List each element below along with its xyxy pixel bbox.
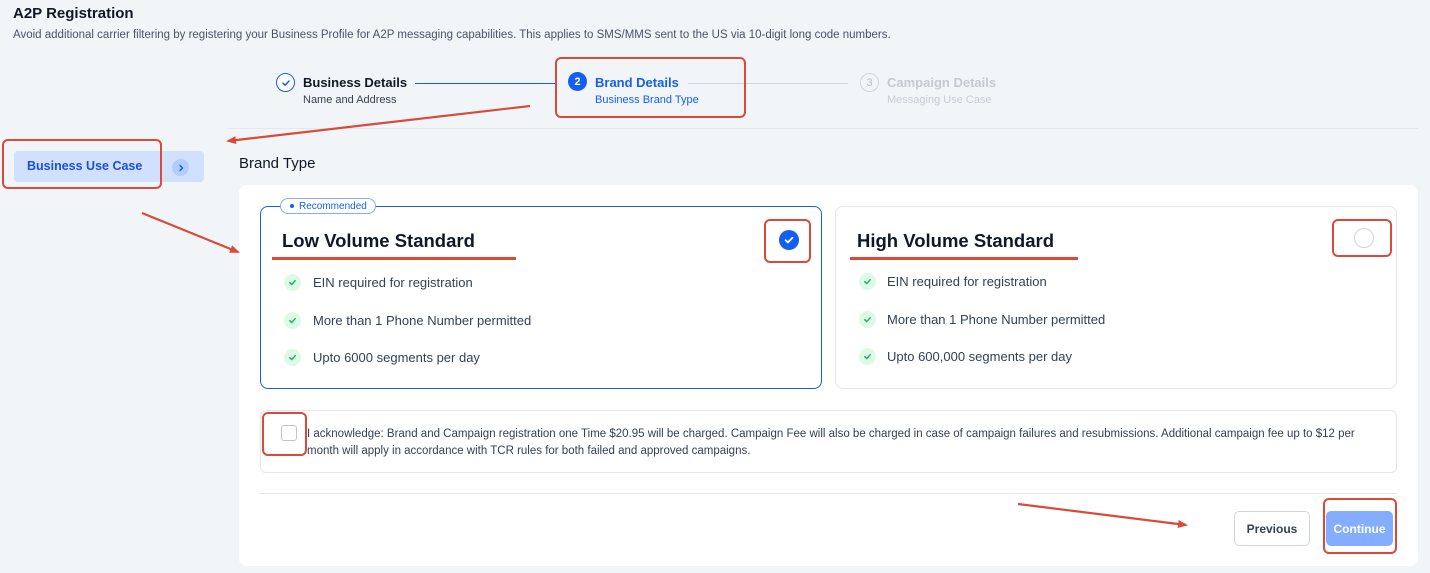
step-2-description: Business Brand Type bbox=[595, 94, 699, 106]
step-3-number-badge: 3 bbox=[860, 73, 879, 92]
arrow-to-low-volume bbox=[141, 211, 240, 254]
step-2-title[interactable]: Brand Details bbox=[595, 75, 679, 90]
step-2-number-badge: 2 bbox=[568, 72, 587, 91]
annotation-underline-low-title bbox=[272, 257, 516, 260]
option-title-high-volume: High Volume Standard bbox=[857, 230, 1055, 251]
step-1-check-icon bbox=[276, 73, 295, 92]
check-icon bbox=[859, 348, 876, 365]
feature-text: Upto 600,000 segments per day bbox=[887, 349, 1073, 364]
step-1-title[interactable]: Business Details bbox=[303, 75, 407, 90]
sidebar-item-label: Business Use Case bbox=[27, 159, 143, 173]
acknowledge-checkbox[interactable] bbox=[281, 425, 297, 441]
feature-text: More than 1 Phone Number permitted bbox=[313, 313, 532, 328]
step-connector-1 bbox=[415, 83, 555, 84]
section-title: Brand Type bbox=[239, 155, 316, 172]
feature-text: EIN required for registration bbox=[313, 275, 473, 290]
check-icon bbox=[859, 273, 876, 290]
check-icon bbox=[284, 312, 301, 329]
step-connector-2 bbox=[688, 83, 848, 84]
radio-high-volume-unchecked[interactable] bbox=[1354, 228, 1374, 248]
chevron-right-icon[interactable] bbox=[172, 159, 189, 176]
feature-text: EIN required for registration bbox=[887, 274, 1047, 289]
continue-button[interactable]: Continue bbox=[1326, 511, 1393, 546]
recommended-badge: Recommended bbox=[280, 198, 376, 214]
step-1-description: Name and Address bbox=[303, 94, 397, 106]
check-icon bbox=[284, 349, 301, 366]
check-icon bbox=[859, 311, 876, 328]
recommended-badge-label: Recommended bbox=[299, 200, 367, 212]
step-3-title: Campaign Details bbox=[887, 75, 997, 90]
previous-button[interactable]: Previous bbox=[1234, 511, 1310, 546]
page-title: A2P Registration bbox=[13, 5, 134, 22]
feature-text: More than 1 Phone Number permitted bbox=[887, 312, 1106, 327]
check-icon bbox=[284, 274, 301, 291]
arrow-to-sidebar bbox=[226, 104, 531, 145]
annotation-underline-high-title bbox=[850, 257, 1078, 260]
radio-low-volume-checked[interactable] bbox=[779, 230, 799, 250]
feature-text: Upto 6000 segments per day bbox=[313, 350, 480, 365]
footer-divider bbox=[260, 493, 1397, 494]
option-title-low-volume: Low Volume Standard bbox=[282, 230, 475, 251]
acknowledgement-text[interactable]: I acknowledge: Brand and Campaign regist… bbox=[307, 426, 1367, 460]
page-subtitle: Avoid additional carrier filtering by re… bbox=[13, 29, 891, 41]
header-divider bbox=[228, 128, 1418, 129]
dot-icon bbox=[290, 204, 294, 208]
step-3-description: Messaging Use Case bbox=[887, 94, 992, 106]
